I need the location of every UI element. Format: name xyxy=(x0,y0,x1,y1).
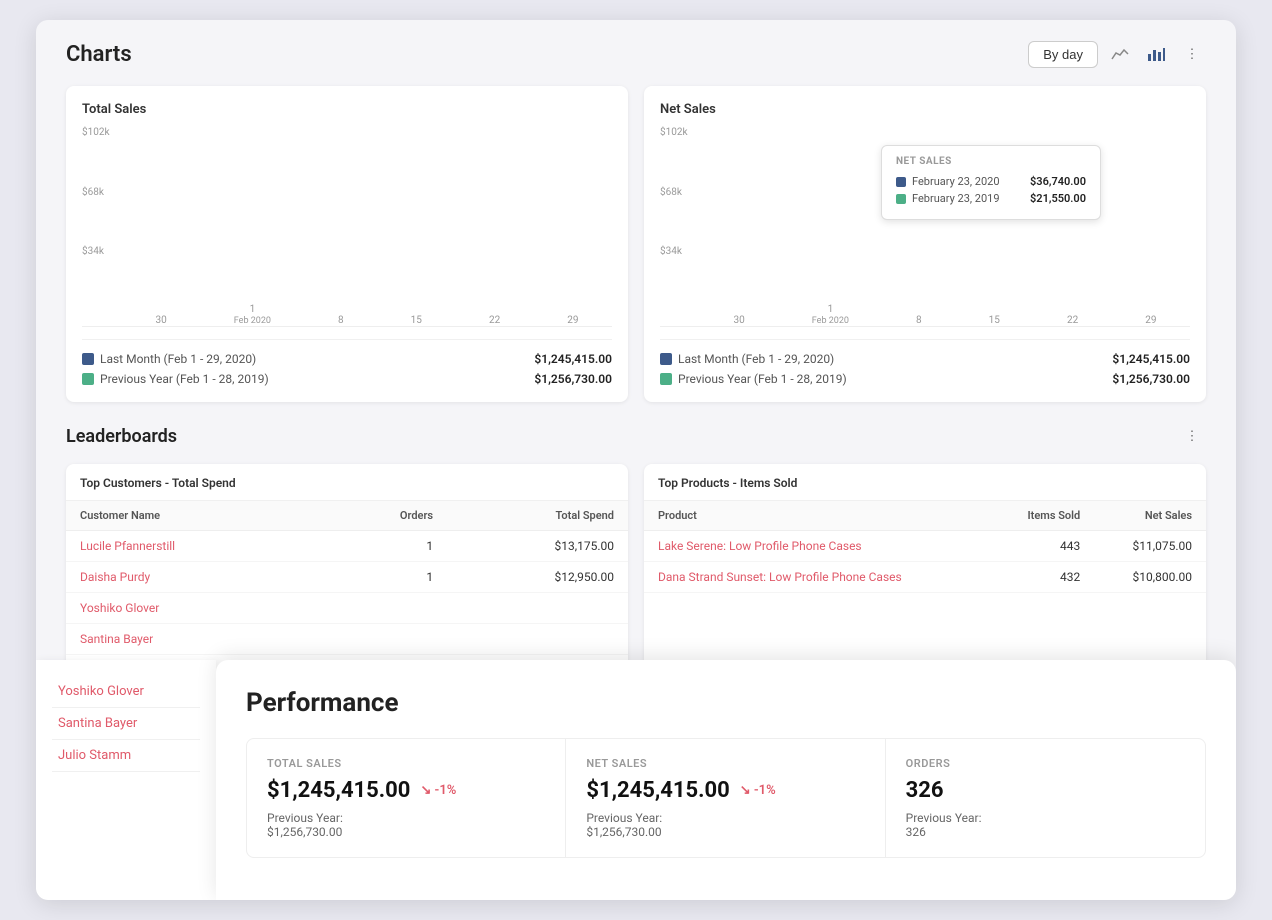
perf-change: ↘ -1% xyxy=(420,783,456,798)
perf-prev: Previous Year:$1,256,730.00 xyxy=(586,811,864,839)
perf-label: ORDERS xyxy=(906,757,1185,770)
leaderboards-row: Top Customers - Total Spend Customer Nam… xyxy=(66,464,1206,686)
net-sales-y-labels: $102k $68k $34k xyxy=(660,127,698,306)
top-customers-table: Customer Name Orders Total Spend Lucile … xyxy=(66,501,628,686)
top-customers-title: Top Customers - Total Spend xyxy=(66,464,628,501)
net-sales-x-labels: 30 1Feb 2020 8 15 22 29 xyxy=(700,306,1190,326)
main-container: Charts By day ⋮ Total Sales xyxy=(36,20,1236,900)
total-sales-legend: Last Month (Feb 1 - 29, 2020) $1,245,415… xyxy=(82,339,612,386)
table-row: Yoshiko Glover xyxy=(66,593,628,624)
customer-name-link[interactable]: Lucile Pfannerstill xyxy=(66,531,321,562)
legend-dot-green xyxy=(82,373,94,385)
spend-value xyxy=(447,593,628,624)
leaderboards-more-icon[interactable]: ⋮ xyxy=(1178,422,1206,450)
col-customer-name: Customer Name xyxy=(66,501,321,531)
top-products-card: Top Products - Items Sold Product Items … xyxy=(644,464,1206,686)
col-product: Product xyxy=(644,501,991,531)
header: Charts By day ⋮ xyxy=(66,40,1206,68)
spend-value xyxy=(447,624,628,655)
col-orders: Orders xyxy=(321,501,448,531)
customer-name-link[interactable]: Yoshiko Glover xyxy=(66,593,321,624)
net-sales-tooltip: NET SALES February 23, 2020 $36,740.00 F… xyxy=(881,145,1101,220)
performance-overlay: Performance TOTAL SALES $1,245,415.00 ↘ … xyxy=(216,660,1236,900)
more-options-icon[interactable]: ⋮ xyxy=(1178,40,1206,68)
net-legend-dot-green xyxy=(660,373,672,385)
tooltip-row-2: February 23, 2019 $21,550.00 xyxy=(896,192,1086,205)
performance-cards: TOTAL SALES $1,245,415.00 ↘ -1% Previous… xyxy=(246,738,1206,858)
total-sales-chart-area: $102k $68k $34k 30 1Feb 2020 8 15 22 29 xyxy=(82,127,612,327)
items-sold-value: 443 xyxy=(991,531,1094,562)
perf-value: 326 xyxy=(906,778,944,803)
page-title: Charts xyxy=(66,42,132,67)
top-products-table: Product Items Sold Net Sales Lake Serene… xyxy=(644,501,1206,593)
perf-label: TOTAL SALES xyxy=(267,757,545,770)
orders-value xyxy=(321,624,448,655)
table-row: Daisha Purdy 1 $12,950.00 xyxy=(66,562,628,593)
total-sales-bars xyxy=(122,127,612,306)
spend-value: $12,950.00 xyxy=(447,562,628,593)
by-day-button[interactable]: By day xyxy=(1028,41,1098,68)
performance-card: ORDERS 326 Previous Year:326 xyxy=(886,739,1205,857)
net-legend-row-1: Last Month (Feb 1 - 29, 2020) $1,245,415… xyxy=(660,352,1190,366)
orders-value: 1 xyxy=(321,562,448,593)
top-customers-card: Top Customers - Total Spend Customer Nam… xyxy=(66,464,628,686)
items-sold-value: 432 xyxy=(991,562,1094,593)
top-products-title: Top Products - Items Sold xyxy=(644,464,1206,501)
net-sales-value: $10,800.00 xyxy=(1094,562,1206,593)
table-row: Lucile Pfannerstill 1 $13,175.00 xyxy=(66,531,628,562)
net-legend-dot-blue xyxy=(660,353,672,365)
legend-row-2: Previous Year (Feb 1 - 28, 2019) $1,256,… xyxy=(82,372,612,386)
header-controls: By day ⋮ xyxy=(1028,40,1206,68)
col-items-sold: Items Sold xyxy=(991,501,1094,531)
left-panel-item-santina[interactable]: Santina Bayer xyxy=(52,708,200,740)
bar-chart-icon[interactable] xyxy=(1142,40,1170,68)
perf-prev: Previous Year:326 xyxy=(906,811,1185,839)
leaderboards-header: Leaderboards ⋮ xyxy=(66,422,1206,450)
perf-change: ↘ -1% xyxy=(740,783,776,798)
total-sales-title: Total Sales xyxy=(82,102,612,117)
product-name-link[interactable]: Lake Serene: Low Profile Phone Cases xyxy=(644,531,991,562)
perf-value-row: $1,245,415.00 ↘ -1% xyxy=(586,778,864,803)
net-sales-value: $11,075.00 xyxy=(1094,531,1206,562)
total-sales-x-labels: 30 1Feb 2020 8 15 22 29 xyxy=(122,306,612,326)
perf-value-row: $1,245,415.00 ↘ -1% xyxy=(267,778,545,803)
legend-dot-blue xyxy=(82,353,94,365)
perf-label: NET SALES xyxy=(586,757,864,770)
perf-value-row: 326 xyxy=(906,778,1185,803)
table-row: Lake Serene: Low Profile Phone Cases 443… xyxy=(644,531,1206,562)
tooltip-row-1: February 23, 2020 $36,740.00 xyxy=(896,175,1086,188)
legend-row-1: Last Month (Feb 1 - 29, 2020) $1,245,415… xyxy=(82,352,612,366)
table-row: Santina Bayer xyxy=(66,624,628,655)
line-chart-icon[interactable] xyxy=(1106,40,1134,68)
left-panel-item-yoshiko[interactable]: Yoshiko Glover xyxy=(52,676,200,708)
charts-row: Total Sales $102k $68k $34k 30 1Feb 2020… xyxy=(66,86,1206,402)
total-sales-chart: Total Sales $102k $68k $34k 30 1Feb 2020… xyxy=(66,86,628,402)
net-legend-row-2: Previous Year (Feb 1 - 28, 2019) $1,256,… xyxy=(660,372,1190,386)
performance-card: NET SALES $1,245,415.00 ↘ -1% Previous Y… xyxy=(566,739,885,857)
col-total-spend: Total Spend xyxy=(447,501,628,531)
customer-name-link[interactable]: Santina Bayer xyxy=(66,624,321,655)
total-sales-y-labels: $102k $68k $34k xyxy=(82,127,120,306)
net-sales-chart-area: $102k $68k $34k NET SALES February 23, 2… xyxy=(660,127,1190,327)
tooltip-dot-green xyxy=(896,194,906,204)
left-panel: Yoshiko Glover Santina Bayer Julio Stamm xyxy=(36,660,216,900)
orders-value xyxy=(321,593,448,624)
spend-value: $13,175.00 xyxy=(447,531,628,562)
customer-name-link[interactable]: Daisha Purdy xyxy=(66,562,321,593)
leaderboards-title: Leaderboards xyxy=(66,426,177,447)
perf-value: $1,245,415.00 xyxy=(586,778,729,803)
tooltip-dot-blue xyxy=(896,177,906,187)
perf-value: $1,245,415.00 xyxy=(267,778,410,803)
net-sales-title: Net Sales xyxy=(660,102,1190,117)
col-net-sales: Net Sales xyxy=(1094,501,1206,531)
product-name-link[interactable]: Dana Strand Sunset: Low Profile Phone Ca… xyxy=(644,562,991,593)
table-row: Dana Strand Sunset: Low Profile Phone Ca… xyxy=(644,562,1206,593)
performance-card: TOTAL SALES $1,245,415.00 ↘ -1% Previous… xyxy=(247,739,566,857)
perf-prev: Previous Year:$1,256,730.00 xyxy=(267,811,545,839)
orders-value: 1 xyxy=(321,531,448,562)
net-sales-legend: Last Month (Feb 1 - 29, 2020) $1,245,415… xyxy=(660,339,1190,386)
performance-title: Performance xyxy=(246,688,1206,718)
net-sales-chart: Net Sales $102k $68k $34k NET SALES Febr… xyxy=(644,86,1206,402)
left-panel-item-julio[interactable]: Julio Stamm xyxy=(52,740,200,772)
